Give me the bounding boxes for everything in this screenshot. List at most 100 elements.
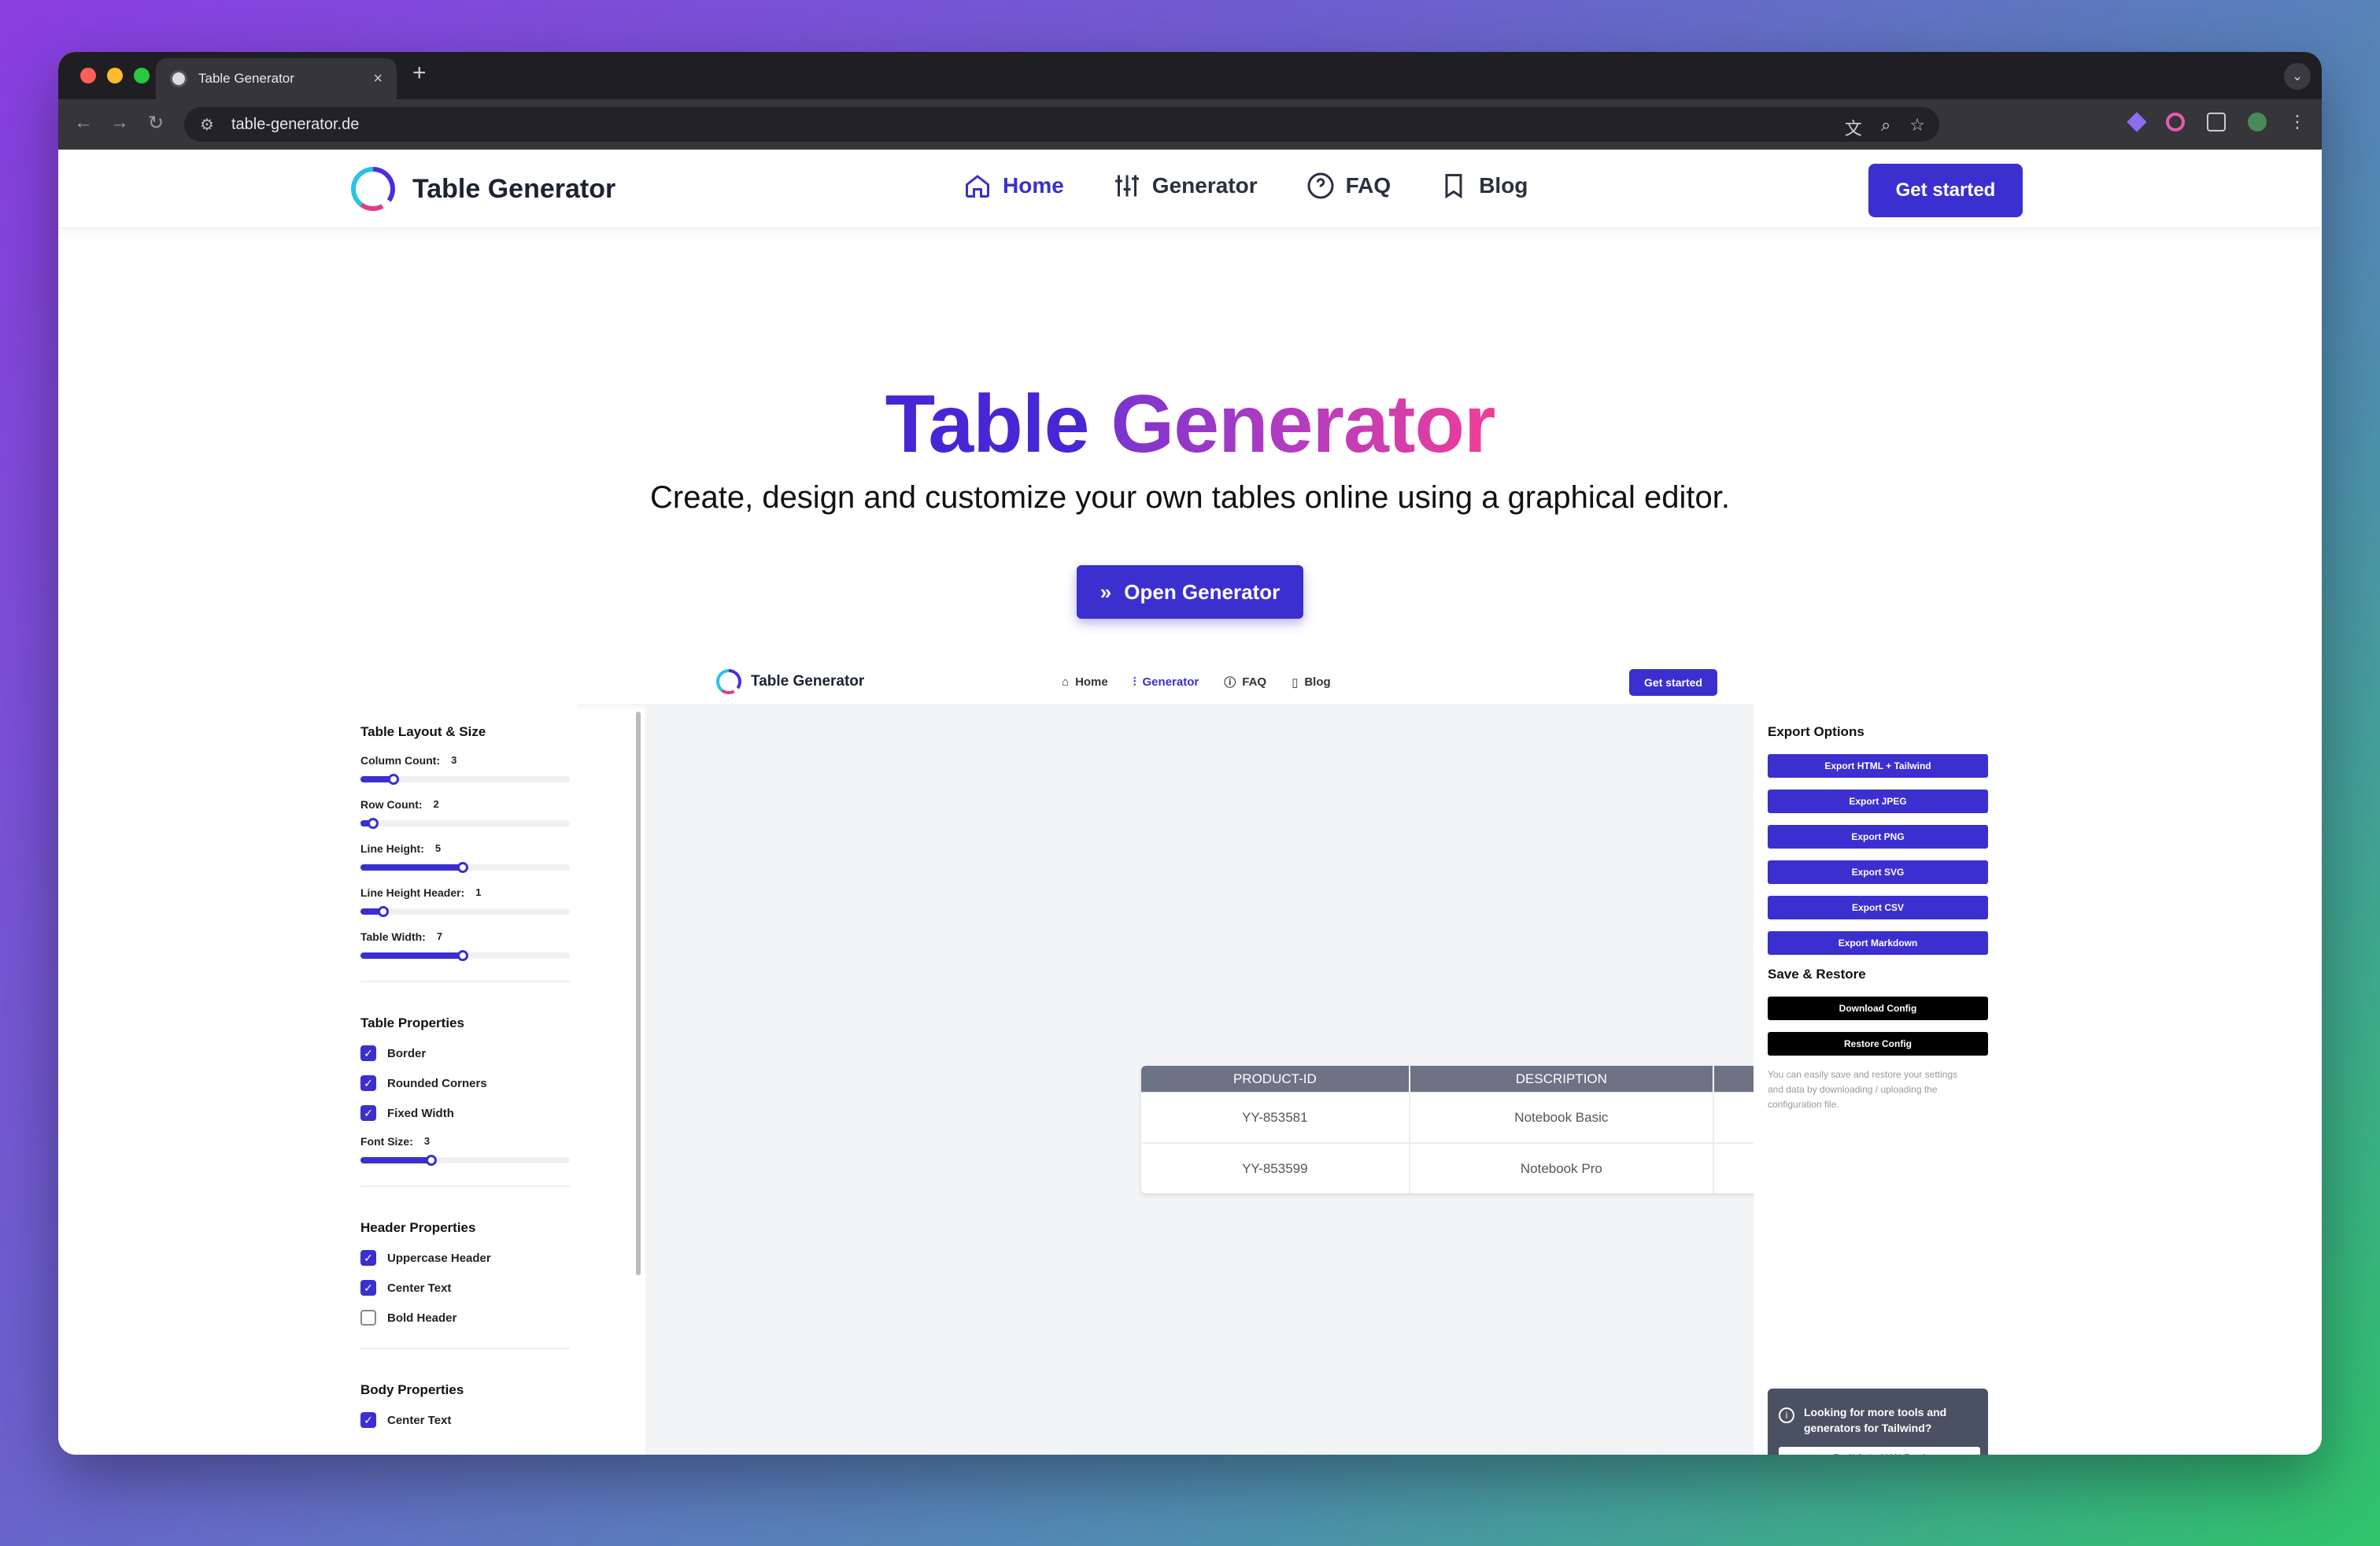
open-generator-button[interactable]: » Open Generator: [1077, 565, 1303, 619]
slider-knob[interactable]: [457, 950, 468, 961]
question-circle-icon: ⓘ: [1224, 676, 1236, 690]
center-text-body-checkbox[interactable]: ✓ Center Text: [360, 1412, 559, 1428]
slider-knob[interactable]: [377, 906, 389, 917]
nav-faq[interactable]: FAQ: [1306, 172, 1391, 200]
slider-knob[interactable]: [457, 862, 468, 873]
check-icon[interactable]: ✓: [360, 1412, 376, 1428]
settings-scrollbar[interactable]: [636, 712, 641, 1275]
export-html-button[interactable]: Export HTML + Tailwind: [1768, 754, 1988, 778]
reload-icon[interactable]: ↻: [148, 112, 164, 135]
extension-diamond-icon[interactable]: [2127, 112, 2147, 132]
get-started-button[interactable]: Get started: [1868, 164, 2023, 217]
browser-window: Table Generator × + ⌄ ← → ↻ ⚙ table-gene…: [58, 52, 2322, 1455]
minimize-window-button[interactable]: [107, 68, 123, 83]
browser-tab[interactable]: Table Generator ×: [156, 58, 397, 99]
extension-ring-icon[interactable]: [2166, 113, 2185, 131]
export-jpeg-button[interactable]: Export JPEG: [1768, 790, 1988, 813]
forward-icon[interactable]: →: [110, 112, 129, 134]
bold-header-checkbox[interactable]: Bold Header: [360, 1310, 559, 1326]
hero-subtitle: Create, design and customize your own ta…: [650, 480, 1730, 515]
settings-panel: Table Layout & Size Column Count: 3 Row C…: [342, 704, 578, 1455]
row-count-slider[interactable]: Row Count: 2: [360, 798, 570, 829]
window-controls: [80, 68, 150, 83]
translate-icon[interactable]: 文: [1845, 115, 1862, 140]
main-nav: Home Generator FAQ Blog: [963, 172, 1528, 200]
site-brand[interactable]: Table Generator: [351, 167, 615, 211]
export-csv-button[interactable]: Export CSV: [1768, 896, 1988, 919]
uppercase-header-checkbox[interactable]: ✓ Uppercase Header: [360, 1250, 559, 1266]
line-height-header-slider[interactable]: Line Height Header: 1: [360, 886, 570, 917]
preview-nav-faq[interactable]: ⓘ FAQ: [1224, 674, 1266, 690]
layout-section-title: Table Layout & Size: [360, 724, 486, 739]
hero-title: Table Generator: [58, 378, 2322, 472]
table-width-slider[interactable]: Table Width: 7: [360, 930, 570, 961]
slider-track[interactable]: [360, 950, 570, 961]
download-config-button[interactable]: Download Config: [1768, 997, 1988, 1020]
logo-icon: [351, 167, 395, 211]
check-icon[interactable]: ✓: [360, 1250, 376, 1266]
fixed-width-checkbox[interactable]: ✓ Fixed Width: [360, 1105, 559, 1121]
slider-track[interactable]: [360, 1155, 570, 1166]
checkbox-label: Fixed Width: [387, 1106, 454, 1120]
column-count-slider[interactable]: Column Count: 3: [360, 754, 570, 785]
line-height-slider[interactable]: Line Height: 5: [360, 842, 570, 873]
font-size-slider[interactable]: Font Size: 3: [360, 1135, 570, 1166]
check-icon[interactable]: ✓: [360, 1045, 376, 1061]
slider-knob[interactable]: [426, 1155, 438, 1166]
nav-home[interactable]: Home: [963, 172, 1064, 200]
restore-config-button[interactable]: Restore Config: [1768, 1032, 1988, 1056]
slider-value: 1: [475, 886, 482, 898]
question-circle-icon: [1307, 172, 1334, 199]
menu-kebab-icon[interactable]: ⋮: [2289, 112, 2306, 132]
checkbox-label: Uppercase Header: [387, 1251, 491, 1265]
center-text-header-checkbox[interactable]: ✓ Center Text: [360, 1280, 559, 1296]
close-window-button[interactable]: [80, 68, 96, 83]
export-svg-button[interactable]: Export SVG: [1768, 860, 1988, 884]
preview-nav-blog[interactable]: ▯ Blog: [1292, 674, 1331, 690]
rounded-corners-checkbox[interactable]: ✓ Rounded Corners: [360, 1075, 559, 1091]
check-icon[interactable]: ✓: [360, 1105, 376, 1121]
preview-nav-home[interactable]: ⌂ Home: [1062, 674, 1108, 690]
slider-track[interactable]: [360, 906, 570, 917]
table-canvas: PRODUCT-ID DESCRIPTION PRICE YY-853581 N…: [645, 704, 1846, 1455]
checkbox-label: Bold Header: [387, 1311, 457, 1325]
body-props-title: Body Properties: [360, 1382, 464, 1397]
nav-blog[interactable]: Blog: [1439, 172, 1528, 200]
slider-knob[interactable]: [367, 818, 379, 829]
check-icon[interactable]: ✓: [360, 1280, 376, 1296]
preview-brand[interactable]: Table Generator: [716, 669, 864, 694]
unchecked-box-icon[interactable]: [360, 1310, 376, 1326]
slider-track[interactable]: [360, 818, 570, 829]
slider-track[interactable]: [360, 862, 570, 873]
close-tab-icon[interactable]: ×: [373, 70, 382, 88]
preview-nav-generator[interactable]: ⫶ Generator: [1133, 674, 1199, 690]
try-it-out-button[interactable]: Try It Out - 100% Free!: [1779, 1447, 1980, 1455]
back-icon[interactable]: ←: [74, 112, 93, 134]
tab-search-icon[interactable]: ⌄: [2284, 63, 2311, 90]
url-field[interactable]: ⚙ table-generator.de 文 ⌕ ☆: [184, 107, 1939, 142]
nav-generator[interactable]: Generator: [1113, 172, 1258, 200]
table-header-row: PRODUCT-ID DESCRIPTION PRICE: [1141, 1066, 1846, 1093]
check-icon[interactable]: ✓: [360, 1075, 376, 1091]
bookmark-star-icon[interactable]: ☆: [1909, 115, 1925, 140]
tab-title: Table Generator: [198, 71, 294, 86]
slider-label: Column Count:: [360, 754, 441, 767]
slider-knob[interactable]: [388, 774, 400, 785]
preview-nav-blog-label: Blog: [1304, 675, 1331, 689]
border-checkbox[interactable]: ✓ Border: [360, 1045, 559, 1061]
export-markdown-button[interactable]: Export Markdown: [1768, 931, 1988, 955]
site-settings-icon[interactable]: ⚙: [200, 115, 214, 135]
demo-table: PRODUCT-ID DESCRIPTION PRICE YY-853581 N…: [1141, 1066, 1846, 1193]
slider-track[interactable]: [360, 774, 570, 785]
slider-label: Line Height Header:: [360, 886, 465, 899]
zoom-icon[interactable]: ⌕: [1881, 115, 1890, 140]
maximize-window-button[interactable]: [134, 68, 150, 83]
preview-get-started-button[interactable]: Get started: [1629, 669, 1717, 696]
sliders-icon: ⫶: [1133, 675, 1136, 689]
preview-nav-faq-label: FAQ: [1242, 675, 1267, 689]
export-png-button[interactable]: Export PNG: [1768, 825, 1988, 849]
profile-avatar-icon[interactable]: [2248, 113, 2267, 131]
new-tab-icon[interactable]: +: [412, 60, 427, 87]
preview-nav: ⌂ Home ⫶ Generator ⓘ FAQ ▯ Blog: [1062, 674, 1331, 690]
extensions-puzzle-icon[interactable]: [2207, 113, 2226, 131]
